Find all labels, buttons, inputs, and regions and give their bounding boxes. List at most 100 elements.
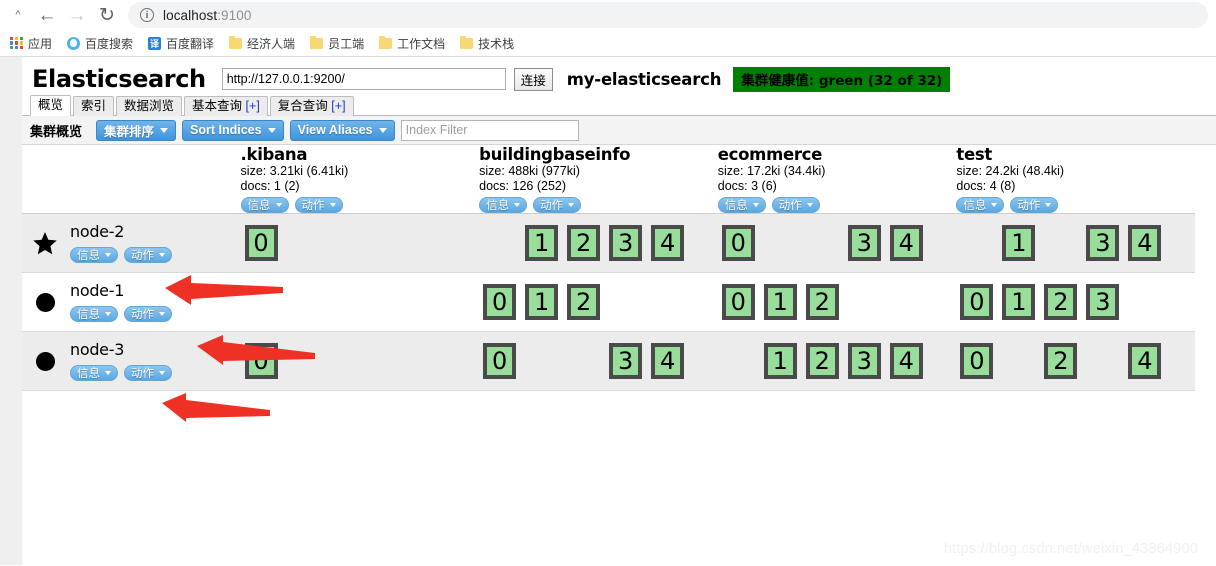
star-icon xyxy=(32,230,58,256)
shard-box[interactable]: 4 xyxy=(1128,225,1162,261)
shard-box[interactable]: 3 xyxy=(609,225,643,261)
bookmark-folder-4[interactable]: 技术栈 xyxy=(460,35,514,52)
node-action-button[interactable]: 动作 xyxy=(124,365,172,381)
shard-box[interactable]: 2 xyxy=(567,284,601,320)
chevron-down-icon xyxy=(105,253,111,257)
shard-box[interactable]: 1 xyxy=(525,225,559,261)
shard-box[interactable]: 2 xyxy=(1044,343,1078,379)
chevron-up-icon[interactable]: ^ xyxy=(8,9,28,21)
index-action-button[interactable]: 动作 xyxy=(533,197,582,213)
shard-box[interactable]: 4 xyxy=(889,343,923,379)
index-action-button[interactable]: 动作 xyxy=(294,197,343,213)
sort-cluster-button[interactable]: 集群排序 xyxy=(96,119,177,141)
shard-box[interactable]: 4 xyxy=(651,225,685,261)
index-action-button[interactable]: 动作 xyxy=(1010,197,1059,213)
shard-box[interactable]: 2 xyxy=(805,284,839,320)
index-docs: docs: 126 (252) xyxy=(479,179,567,193)
chevron-down-icon xyxy=(514,203,521,207)
shard-box[interactable]: 0 xyxy=(721,284,755,320)
shard-box[interactable]: 0 xyxy=(244,225,278,261)
shard-box[interactable]: 4 xyxy=(1128,343,1162,379)
shard-box[interactable]: 2 xyxy=(567,225,601,261)
shard-box[interactable]: 2 xyxy=(805,343,839,379)
button-label: 动作 xyxy=(131,366,154,380)
shard-box[interactable]: 3 xyxy=(847,343,881,379)
shard-box[interactable]: 0 xyxy=(483,284,517,320)
index-info-button[interactable]: 信息 xyxy=(956,197,1005,213)
shard-box[interactable]: 4 xyxy=(651,343,685,379)
toolbar-title: 集群概览 xyxy=(30,124,83,140)
chevron-down-icon xyxy=(752,203,759,207)
sort-indices-button[interactable]: Sort Indices xyxy=(182,119,284,141)
shard-empty-slot xyxy=(609,284,642,320)
address-host: localhost xyxy=(163,7,218,23)
shard-box[interactable]: 0 xyxy=(483,343,517,379)
shard-box[interactable]: 3 xyxy=(847,225,881,261)
shard-box[interactable]: 0 xyxy=(244,343,278,379)
tab-composite-query[interactable]: 复合查询 [+] xyxy=(269,96,354,116)
shard-box[interactable]: 3 xyxy=(1086,225,1120,261)
shard-box[interactable]: 1 xyxy=(525,284,559,320)
bookmark-baidu-search[interactable]: 百度搜索 xyxy=(67,35,133,52)
info-circle-icon[interactable]: i xyxy=(140,8,154,22)
shard-box[interactable]: 1 xyxy=(763,343,797,379)
node-name: node-3 xyxy=(70,340,125,359)
shard-box[interactable]: 0 xyxy=(960,284,994,320)
circle-icon xyxy=(32,289,58,315)
bookmark-label: 技术栈 xyxy=(478,36,515,51)
button-label: 信息 xyxy=(963,198,987,212)
tab-plus: [+] xyxy=(245,99,260,113)
index-size: size: 24.2ki (48.4ki) xyxy=(956,164,1065,178)
shard-cell-buildingbaseinfo: 1234 xyxy=(479,213,718,273)
back-button[interactable]: ← xyxy=(32,1,62,29)
bookmark-apps[interactable]: 应用 xyxy=(10,35,52,52)
shard-list: 1234 xyxy=(718,332,957,390)
reload-button[interactable]: ↻ xyxy=(92,1,122,29)
shard-list: 0 34 xyxy=(479,332,718,390)
index-info-button[interactable]: 信息 xyxy=(479,197,528,213)
shard-box[interactable]: 1 xyxy=(763,284,797,320)
connect-button[interactable]: 连接 xyxy=(513,67,553,91)
node-info-button[interactable]: 信息 xyxy=(70,247,118,263)
button-label: 动作 xyxy=(1017,198,1041,212)
chevron-down-icon xyxy=(159,371,165,375)
node-info-button[interactable]: 信息 xyxy=(70,365,118,381)
address-bar[interactable]: i localhost:9100 xyxy=(128,2,1208,28)
tab-data-browse[interactable]: 数据浏览 xyxy=(116,96,183,116)
tab-basic-query[interactable]: 基本查询 [+] xyxy=(184,96,268,116)
tab-plus: [+] xyxy=(331,99,346,113)
bookmark-folder-3[interactable]: 工作文档 xyxy=(379,35,445,52)
node-actions: 信息 动作 xyxy=(70,247,178,263)
shard-empty-slot xyxy=(1002,343,1035,379)
shard-box[interactable]: 0 xyxy=(721,225,755,261)
index-info-button[interactable]: 信息 xyxy=(240,197,289,213)
index-filter-input[interactable] xyxy=(400,119,579,141)
shard-box[interactable]: 1 xyxy=(1002,284,1036,320)
shard-box[interactable]: 4 xyxy=(889,225,923,261)
shard-box[interactable]: 0 xyxy=(960,343,994,379)
page-viewport: Elasticsearch 连接 my-elasticsearch 集群健康值:… xyxy=(0,57,1216,565)
folder-icon xyxy=(379,35,393,49)
shard-box[interactable]: 3 xyxy=(609,343,643,379)
tab-indices[interactable]: 索引 xyxy=(73,96,115,116)
bookmark-folder-1[interactable]: 经济人端 xyxy=(229,35,295,52)
node-action-button[interactable]: 动作 xyxy=(124,247,172,263)
node-info-button[interactable]: 信息 xyxy=(70,306,118,322)
shard-box[interactable]: 2 xyxy=(1044,284,1078,320)
index-info-button[interactable]: 信息 xyxy=(717,197,766,213)
bookmark-baidu-translate[interactable]: 译 百度翻译 xyxy=(148,35,214,52)
shard-empty-slot xyxy=(1086,343,1119,379)
forward-button[interactable]: → xyxy=(62,1,92,29)
index-actions: 信息 动作 xyxy=(717,197,957,213)
index-action-button[interactable]: 动作 xyxy=(771,197,820,213)
cluster-overview-table: .kibana size: 3.21ki (6.41ki) docs: 1 (2… xyxy=(22,145,1195,391)
node-action-button[interactable]: 动作 xyxy=(124,306,172,322)
cluster-url-input[interactable] xyxy=(221,68,506,90)
shard-box[interactable]: 3 xyxy=(1086,284,1120,320)
shard-cell-buildingbaseinfo: 0 34 xyxy=(479,331,718,391)
bookmark-folder-2[interactable]: 员工端 xyxy=(310,35,364,52)
shard-box[interactable]: 1 xyxy=(1002,225,1036,261)
tab-overview[interactable]: 概览 xyxy=(30,95,72,116)
chevron-down-icon xyxy=(159,312,165,316)
view-aliases-button[interactable]: View Aliases xyxy=(289,119,395,141)
